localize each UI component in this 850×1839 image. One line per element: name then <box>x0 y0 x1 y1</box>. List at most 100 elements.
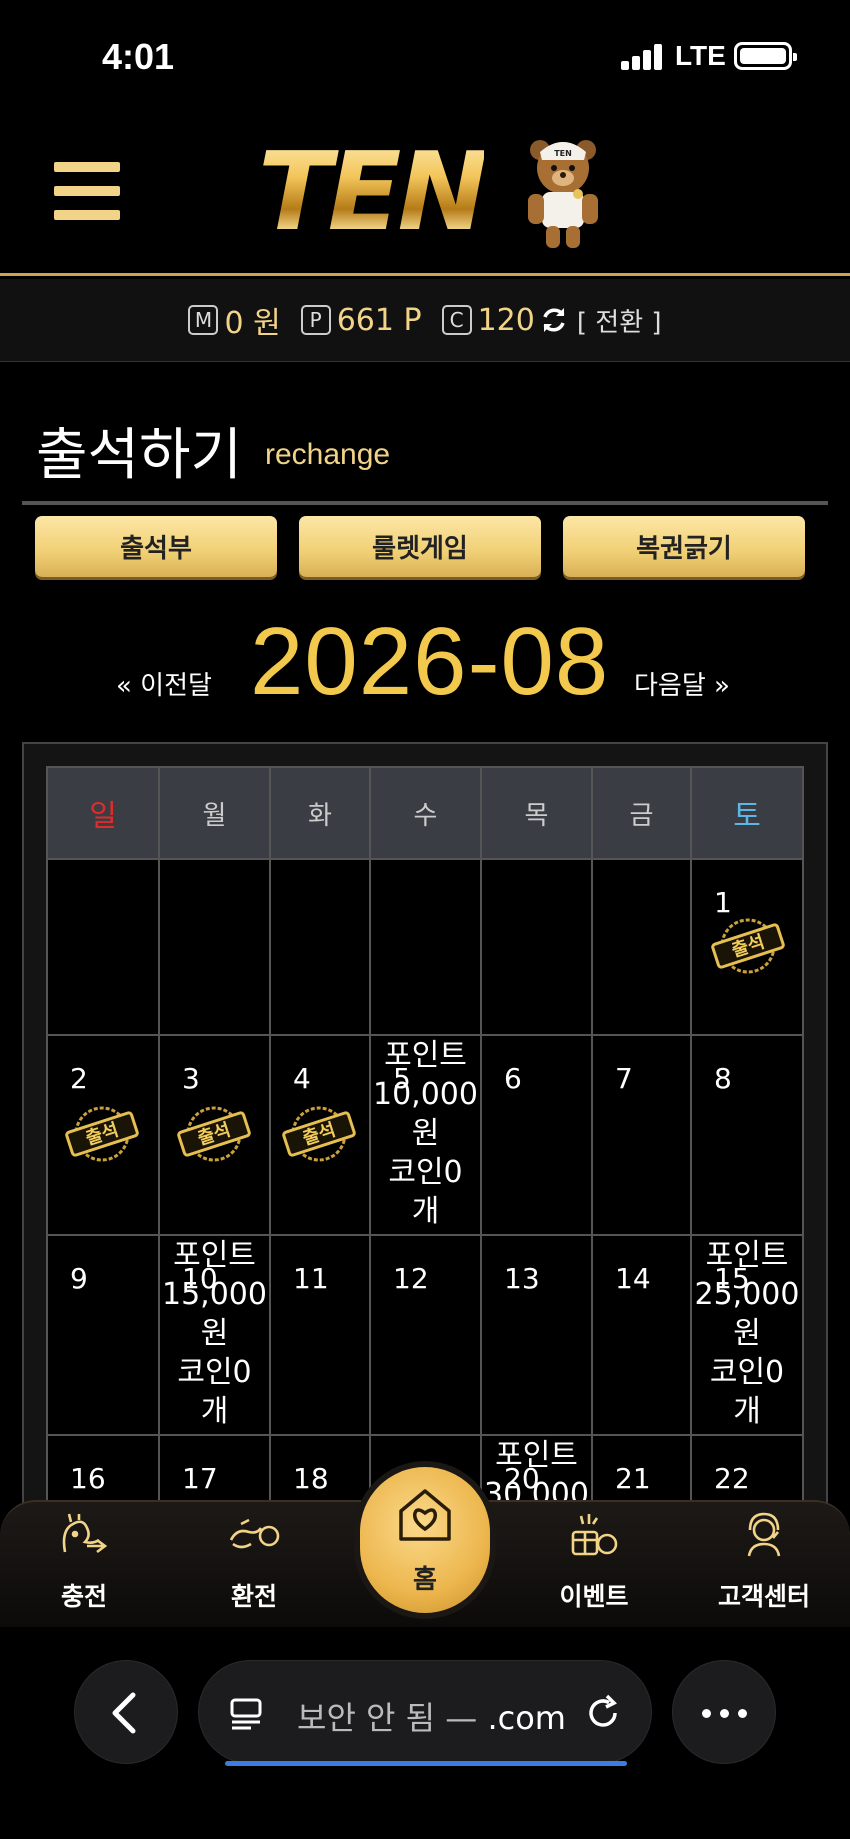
browser-toolbar: 보안 안 됨 — .com <box>0 1627 850 1839</box>
reward-line: 개 <box>733 1394 761 1429</box>
tab-attendance[interactable]: 출석부 <box>35 516 277 577</box>
calendar-day-cell[interactable]: 11 <box>269 1234 371 1436</box>
day-number: 11 <box>293 1262 329 1295</box>
reward-line: 개 <box>411 1194 440 1229</box>
nav-event[interactable]: 이벤트 <box>524 1502 664 1629</box>
refresh-icon[interactable] <box>539 305 569 335</box>
weekday-thu: 목 <box>480 766 593 860</box>
day-number: 13 <box>504 1262 540 1295</box>
switch-button[interactable]: [ 전환 ] <box>577 302 662 339</box>
nav-exchange-label: 환전 <box>230 1582 277 1611</box>
calendar-day-cell[interactable]: 5 포인트 10,000 원 코인0 개 <box>369 1034 482 1236</box>
load-progress-bar <box>225 1761 627 1766</box>
svg-text:출석: 출석 <box>300 1119 338 1149</box>
calendar-day-cell[interactable]: 3 출석 <box>158 1034 271 1236</box>
balance-bar: M 0 원 P 661 P C 120 [ 전환 ] <box>0 279 850 362</box>
app-header: TEN TEN <box>0 112 850 276</box>
nav-home-label: 홈 <box>413 1565 437 1595</box>
charge-icon <box>62 1513 108 1554</box>
nav-charge-label: 충전 <box>60 1582 107 1611</box>
calendar-day-cell <box>480 858 593 1036</box>
calendar-week: 9 10 포인트 15,000 원 코인0 개 11 12 13 14 15 포인트 25,000 원 코인0… <box>46 1234 804 1436</box>
menu-icon[interactable] <box>54 162 120 220</box>
coin-balance: C 120 [ 전환 ] <box>441 302 662 339</box>
calendar-day-cell[interactable]: 12 <box>369 1234 482 1436</box>
browser-back-button[interactable] <box>74 1660 178 1764</box>
chevron-left-icon <box>112 1692 136 1734</box>
calendar-day-cell[interactable]: 7 <box>591 1034 692 1236</box>
point-badge: P <box>300 305 331 335</box>
attendance-tabs: 출석부 룰렛게임 복권긁기 <box>35 516 825 578</box>
site-logo[interactable]: TEN TEN <box>258 126 598 260</box>
day-number: 14 <box>615 1262 651 1295</box>
day-number: 8 <box>714 1062 732 1095</box>
exchange-icon <box>229 1518 280 1549</box>
day-number: 22 <box>714 1462 750 1495</box>
reward-line: 개 <box>200 1394 229 1429</box>
status-bar: 4:01 LTE <box>0 0 850 112</box>
calendar-day-cell[interactable]: 9 <box>46 1234 160 1436</box>
calendar-day-cell[interactable]: 8 <box>690 1034 804 1236</box>
tab-roulette[interactable]: 룰렛게임 <box>299 516 541 577</box>
money-badge: M <box>188 305 219 335</box>
reload-icon[interactable] <box>583 1693 623 1733</box>
weekday-sat: 토 <box>690 766 804 860</box>
current-month: 2026-08 <box>250 608 610 715</box>
reward-info: 포인트 25,000 원 코인0 개 <box>692 1236 802 1431</box>
nav-support[interactable]: 고객센터 <box>694 1502 834 1629</box>
day-number: 18 <box>293 1462 329 1495</box>
calendar-day-cell[interactable]: 15 포인트 25,000 원 코인0 개 <box>690 1234 804 1436</box>
calendar-day-cell[interactable]: 1 출석 <box>690 858 804 1036</box>
reward-line: 코인0 <box>709 1355 785 1390</box>
attendance-stamp-icon: 출석 <box>711 918 785 974</box>
support-icon <box>747 1512 781 1557</box>
nav-exchange[interactable]: 환전 <box>184 1502 324 1629</box>
tab-lottery[interactable]: 복권긁기 <box>563 516 805 577</box>
home-heart-icon <box>399 1489 451 1541</box>
nav-charge[interactable]: 충전 <box>14 1502 154 1629</box>
point-balance: P 661 P <box>300 302 422 338</box>
svg-text:출석: 출석 <box>83 1119 121 1149</box>
calendar-day-cell <box>369 858 482 1036</box>
address-text: 보안 안 됨 — .com <box>297 1693 566 1739</box>
reward-line: 코인0 <box>177 1355 252 1390</box>
day-number: 7 <box>615 1062 633 1095</box>
money-balance: M 0 원 <box>188 298 281 342</box>
calendar-day-cell[interactable]: 4 출석 <box>269 1034 371 1236</box>
prev-month-link[interactable]: « 이전달 <box>116 665 212 702</box>
weekday-wed: 수 <box>369 766 482 860</box>
page-title: 출석하기 <box>36 423 243 488</box>
calendar-day-cell[interactable]: 2 출석 <box>46 1034 160 1236</box>
bear-mascot-icon: TEN <box>528 140 598 248</box>
day-number: 9 <box>70 1262 88 1295</box>
reward-line: 포인트 <box>173 1238 256 1273</box>
nav-support-label: 고객센터 <box>717 1582 810 1611</box>
logo-text: TEN <box>258 126 488 260</box>
svg-text:출석: 출석 <box>195 1119 233 1149</box>
day-number: 16 <box>70 1462 106 1495</box>
calendar-day-cell[interactable]: 13 <box>480 1234 593 1436</box>
next-month-link[interactable]: 다음달 » <box>634 665 730 702</box>
calendar-day-cell <box>46 858 160 1036</box>
address-bar[interactable]: 보안 안 됨 — .com <box>198 1660 652 1766</box>
point-value: 661 P <box>336 302 422 338</box>
day-number: 6 <box>504 1062 522 1095</box>
calendar-day-cell[interactable]: 10 포인트 15,000 원 코인0 개 <box>158 1234 271 1436</box>
reward-line: 15,000 <box>162 1277 267 1312</box>
browser-more-button[interactable] <box>672 1660 776 1764</box>
day-number: 3 <box>182 1062 200 1095</box>
insecure-label: 보안 안 됨 — <box>297 1699 478 1737</box>
mascot-cap-label: TEN <box>554 149 572 158</box>
battery-icon <box>734 42 797 70</box>
attendance-stamp-icon: 출석 <box>177 1106 251 1162</box>
calendar-day-cell[interactable]: 6 <box>480 1034 593 1236</box>
svg-text:출석: 출석 <box>729 931 767 961</box>
calendar-day-cell <box>158 858 271 1036</box>
network-type: LTE <box>675 40 726 71</box>
coin-badge: C <box>441 305 472 335</box>
calendar-day-cell[interactable]: 14 <box>591 1234 692 1436</box>
domain-text: .com <box>487 1699 566 1737</box>
nav-home[interactable]: 홈 <box>360 1467 490 1613</box>
reward-line: 코인0 <box>388 1155 463 1190</box>
reward-line: 포인트 <box>705 1238 789 1273</box>
